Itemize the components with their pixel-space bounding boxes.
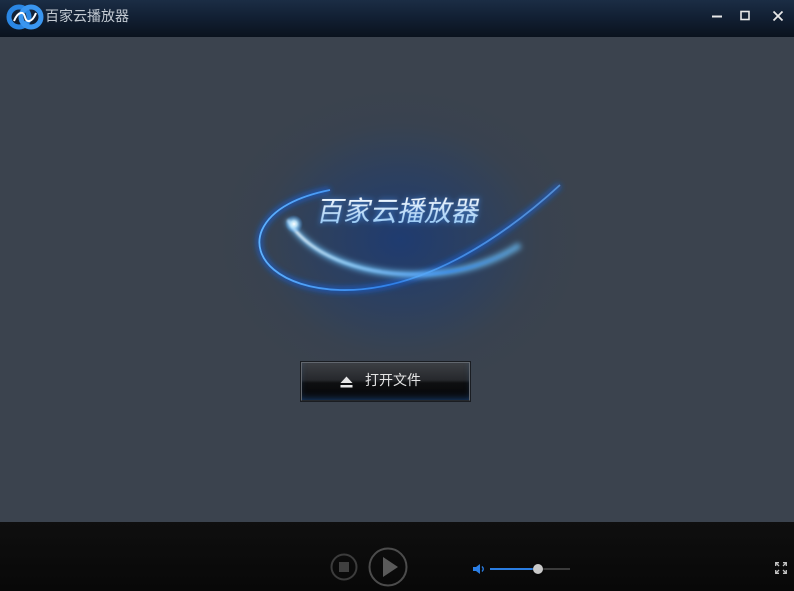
baijiayun-logo-icon bbox=[6, 4, 44, 30]
splash-swoosh-graphic: 百家云播放器 bbox=[256, 182, 563, 294]
splash-brand-text: 百家云播放器 bbox=[315, 197, 483, 228]
open-file-label: 打开文件 bbox=[365, 373, 421, 389]
open-file-button[interactable]: 打开文件 bbox=[301, 362, 470, 401]
minimize-button[interactable] bbox=[703, 4, 731, 30]
stop-button[interactable] bbox=[330, 553, 358, 581]
volume-slider-knob[interactable] bbox=[533, 564, 543, 574]
play-icon bbox=[383, 557, 398, 577]
video-stage[interactable]: 百家云播放器 打开文件 bbox=[0, 37, 794, 522]
volume-slider-track bbox=[490, 568, 570, 570]
window-title: 百家云播放器 bbox=[45, 9, 129, 25]
title-bar[interactable]: 百家云播放器 bbox=[0, 0, 794, 37]
stop-icon bbox=[339, 562, 349, 572]
eject-icon bbox=[340, 376, 353, 388]
control-bar bbox=[0, 522, 794, 591]
maximize-button[interactable] bbox=[731, 4, 759, 30]
volume-slider[interactable] bbox=[490, 564, 570, 574]
volume-slider-fill bbox=[490, 568, 538, 570]
volume-icon[interactable] bbox=[472, 562, 486, 576]
maximize-icon bbox=[740, 10, 750, 21]
close-icon bbox=[772, 10, 784, 22]
minimize-icon bbox=[712, 15, 722, 18]
fullscreen-icon[interactable] bbox=[775, 562, 787, 574]
close-button[interactable] bbox=[764, 4, 792, 30]
play-button[interactable] bbox=[368, 547, 408, 587]
